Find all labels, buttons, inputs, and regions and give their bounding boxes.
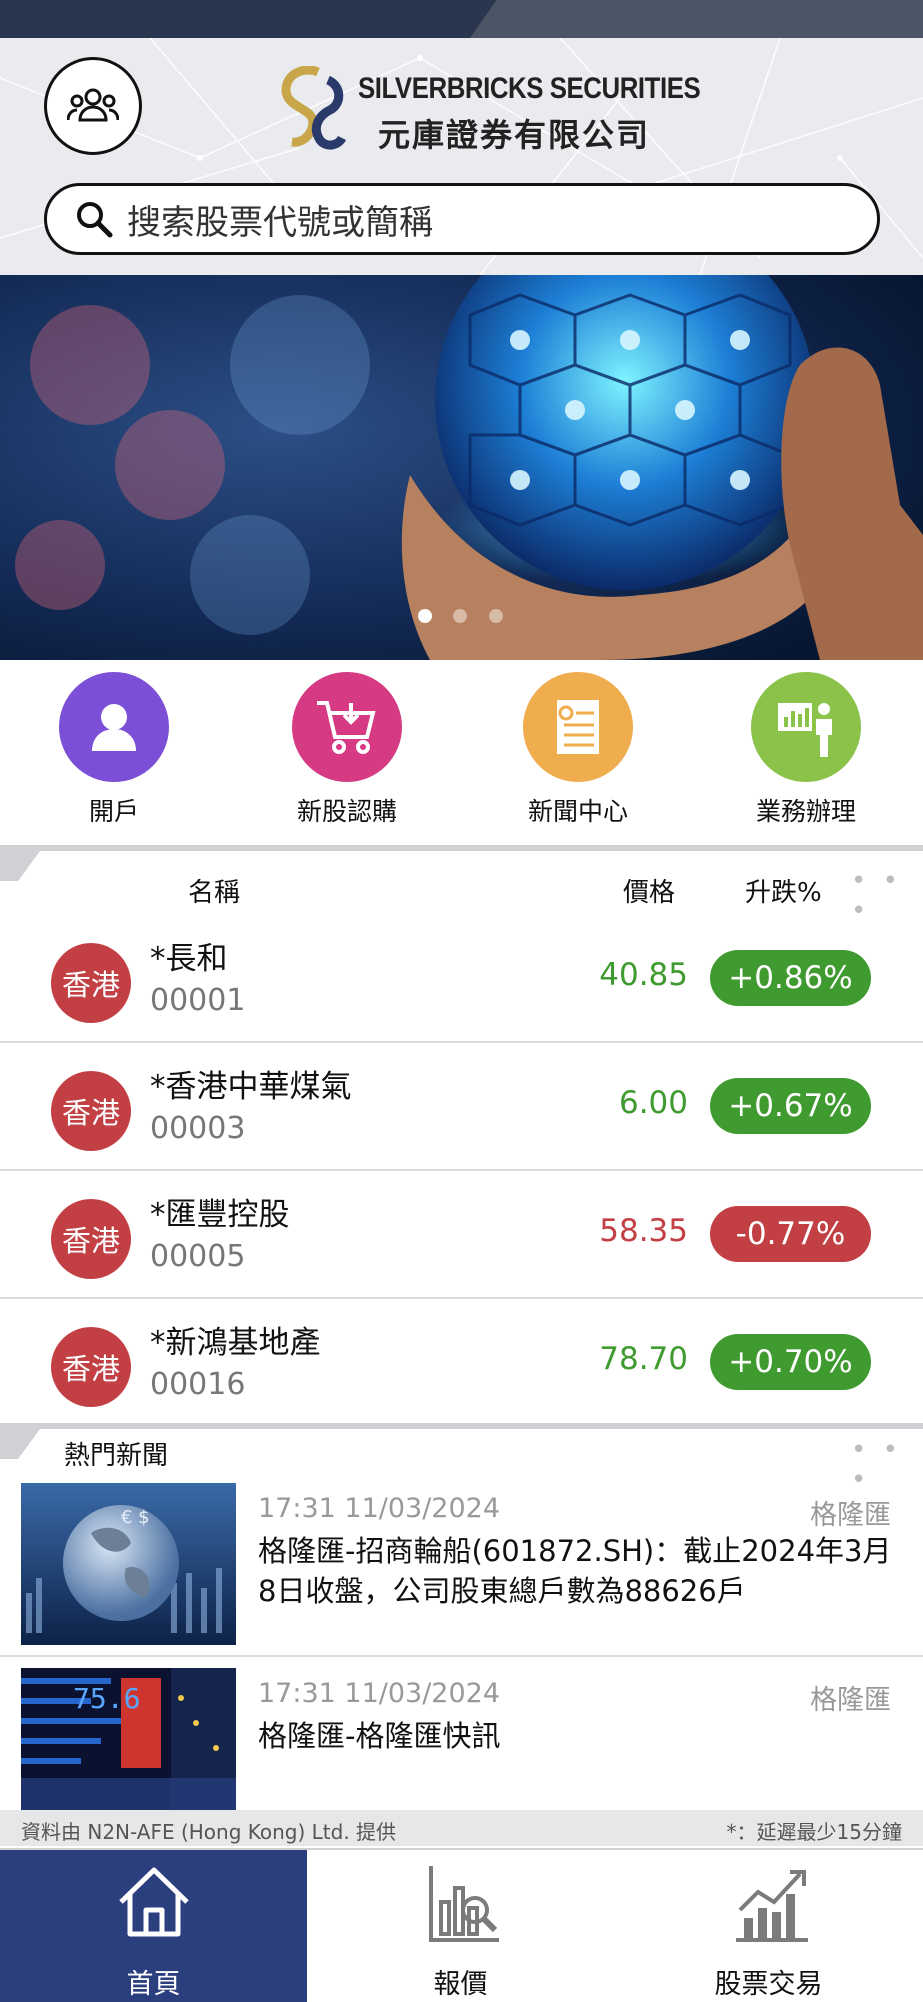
quick-action-label: 新聞中心 — [527, 797, 628, 826]
quick-action-news-center[interactable]: 新聞中心 — [503, 672, 653, 828]
quick-action-label: 新股認購 — [296, 797, 397, 826]
nav-label: 報價 — [433, 1969, 488, 2000]
news-thumbnail: € $ — [21, 1483, 236, 1645]
cart-download-icon — [292, 672, 402, 782]
section-tab-marker — [0, 851, 40, 881]
nav-label: 股票交易 — [714, 1969, 823, 2000]
quote-row[interactable]: 香港 *匯豐控股 00005 58.35 -0.77% — [0, 1171, 923, 1299]
section-tab-marker — [0, 1429, 40, 1459]
presentation-icon — [751, 672, 861, 782]
account-button[interactable] — [44, 57, 142, 155]
column-header-price: 價格 — [623, 878, 676, 908]
news-headline: 格隆匯-招商輪船(601872.SH)：截止2024年3月8日收盤，公司股東總戶… — [258, 1534, 892, 1608]
nav-item-quotes[interactable]: 報價 — [307, 1850, 614, 2002]
status-bar — [0, 0, 923, 38]
nav-item-stock-trading[interactable]: 股票交易 — [614, 1850, 923, 2002]
news-document-icon — [523, 672, 633, 782]
stock-code: 00001 — [150, 983, 246, 1018]
carousel-dot-3[interactable] — [489, 609, 503, 623]
market-badge: 香港 — [51, 1327, 131, 1407]
change-badge: +0.67% — [710, 1078, 871, 1134]
quick-action-label: 開戶 — [88, 797, 139, 826]
column-header-name: 名稱 — [188, 878, 241, 908]
news-source: 格隆匯 — [810, 1685, 891, 1716]
stock-price: 40.85 — [599, 957, 688, 993]
stock-code: 00016 — [150, 1367, 246, 1402]
market-badge: 香港 — [51, 1199, 131, 1279]
change-badge: -0.77% — [710, 1206, 871, 1262]
nav-label: 首頁 — [126, 1969, 181, 2000]
news-time: 17:31 11/03/2024 — [258, 1493, 501, 1524]
search-placeholder: 搜索股票代號或簡稱 — [127, 202, 433, 243]
stock-code: 00005 — [150, 1239, 246, 1274]
market-badge: 香港 — [51, 1071, 131, 1151]
section-divider — [0, 1423, 923, 1429]
quick-action-ipo-subscription[interactable]: 新股認購 — [272, 672, 422, 828]
search-icon — [77, 202, 113, 238]
delay-note: *：延遲最少15分鐘 — [726, 1820, 902, 1844]
stock-code: 00003 — [150, 1111, 246, 1146]
promo-banner[interactable] — [0, 275, 923, 660]
stock-price: 6.00 — [618, 1085, 688, 1121]
stock-name: *匯豐控股 — [150, 1197, 290, 1233]
group-users-icon — [67, 88, 119, 122]
news-time: 17:31 11/03/2024 — [258, 1678, 501, 1709]
logo-mark-icon — [281, 66, 347, 150]
logo-text-en: SILVERBRICKS SECURITIES — [358, 72, 701, 105]
carousel-dot-2[interactable] — [453, 609, 467, 623]
trading-chart-icon — [736, 1870, 808, 1942]
column-header-change: 升跌% — [745, 878, 822, 908]
change-badge: +0.70% — [710, 1334, 871, 1390]
quote-row[interactable]: 香港 *香港中華煤氣 00003 6.00 +0.67% — [0, 1043, 923, 1171]
quote-chart-icon — [429, 1866, 499, 1942]
news-headline: 格隆匯-格隆匯快訊 — [258, 1719, 501, 1753]
quick-action-business-services[interactable]: 業務辦理 — [731, 672, 881, 828]
bottom-navigation: 首頁 報價 股票交易 — [0, 1848, 923, 2002]
company-logo: SILVERBRICKS SECURITIES 元庫證券有限公司 — [278, 64, 701, 156]
news-thumbnail: 75.6 — [21, 1668, 236, 1810]
stock-name: *新鴻基地產 — [150, 1325, 321, 1361]
stock-name: *香港中華煤氣 — [150, 1069, 352, 1105]
section-divider — [0, 845, 923, 851]
news-source: 格隆匯 — [810, 1500, 891, 1531]
stock-name: *長和 — [150, 941, 228, 977]
change-badge: +0.86% — [710, 950, 871, 1006]
svg-text:€ $: € $ — [121, 1507, 150, 1528]
person-icon — [59, 672, 169, 782]
nav-item-home[interactable]: 首頁 — [0, 1850, 307, 2002]
stock-price: 58.35 — [599, 1213, 688, 1249]
quick-action-open-account[interactable]: 開戶 — [39, 672, 189, 828]
provider-text: 資料由 N2N-AFE (Hong Kong) Ltd. 提供 — [21, 1820, 397, 1844]
data-provider-bar: 資料由 N2N-AFE (Hong Kong) Ltd. 提供 *：延遲最少15… — [0, 1810, 923, 1846]
search-input[interactable]: 搜索股票代號或簡稱 — [44, 183, 880, 255]
banner-image — [0, 275, 923, 660]
carousel-dot-1[interactable] — [418, 609, 432, 623]
home-icon — [119, 1867, 189, 1937]
news-item[interactable]: € $ 17:31 11/03/2024 格隆匯 格隆匯-招商輪船(601872… — [0, 1483, 923, 1657]
quote-row[interactable]: 香港 *新鴻基地產 00016 78.70 +0.70% — [0, 1299, 923, 1425]
quick-action-label: 業務辦理 — [755, 797, 856, 826]
news-item[interactable]: 75.6 17:31 11/03/2024 格隆匯 格隆匯-格隆匯快訊 — [0, 1668, 923, 1810]
quote-row[interactable]: 香港 *長和 00001 40.85 +0.86% — [0, 915, 923, 1043]
market-badge: 香港 — [51, 943, 131, 1023]
stock-price: 78.70 — [599, 1341, 688, 1377]
logo-text-zh: 元庫證券有限公司 — [378, 116, 651, 154]
svg-text:75.6: 75.6 — [73, 1682, 140, 1715]
news-section-title: 熱門新聞 — [64, 1441, 169, 1471]
